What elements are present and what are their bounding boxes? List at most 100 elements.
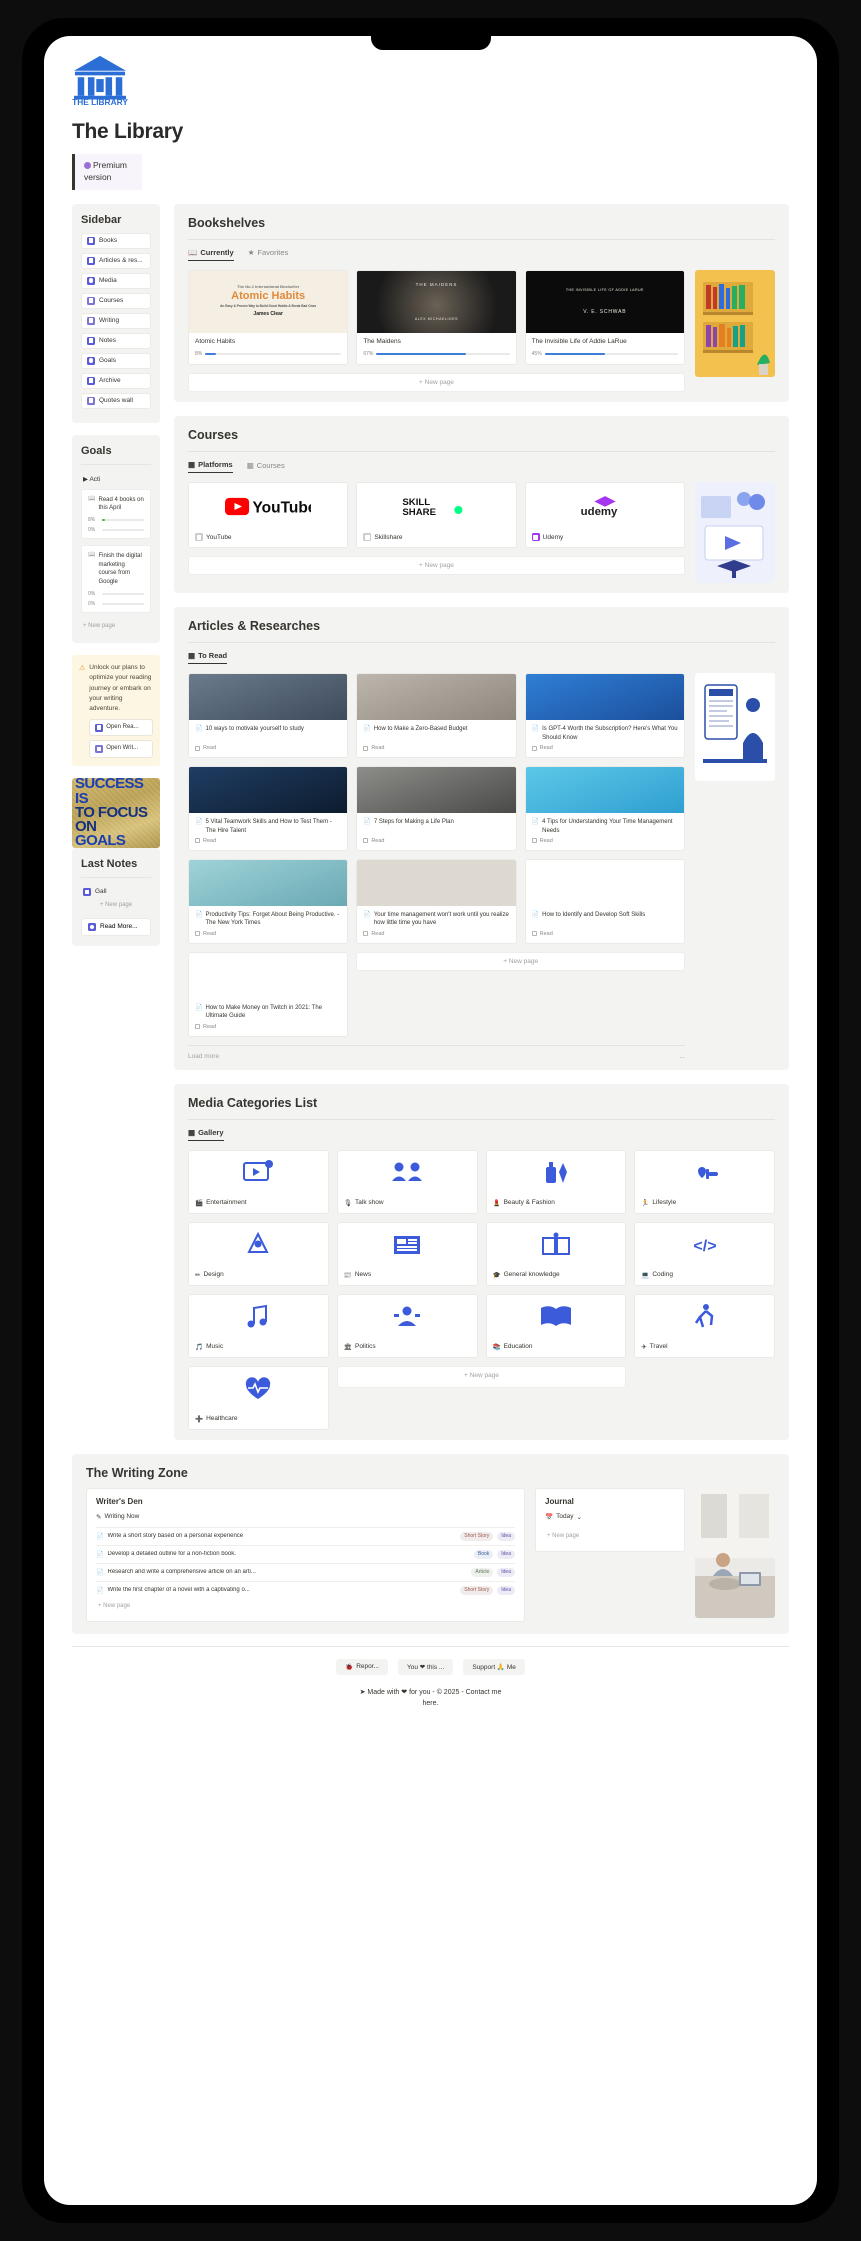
tab-gallery[interactable]: ▦ Gallery	[188, 1128, 224, 1141]
goals-new-page-button[interactable]: + New page	[81, 619, 151, 633]
sidebar-item-articles[interactable]: Articles & res...	[81, 252, 151, 269]
quote-line: SUCCESS IS	[75, 777, 144, 807]
category-icon: 🎓	[492, 1271, 501, 1279]
book-card[interactable]: The No.1 International Bestseller Atomic…	[188, 269, 349, 366]
checkbox-icon[interactable]	[531, 745, 537, 751]
footer-note-line2[interactable]: here.	[423, 1700, 439, 1707]
article-card[interactable]: 📄 7 Steps for Making a Life Plan Read	[356, 766, 517, 851]
last-notes-new-page-button[interactable]: + New page	[81, 898, 151, 912]
platform-card-skillshare[interactable]: SKILL SHARE Skillshare	[356, 482, 517, 549]
tab-courses[interactable]: ▦ Courses	[247, 461, 285, 473]
media-card-education[interactable]: 📚 Education	[485, 1293, 627, 1358]
writing-task-row[interactable]: 📄 Develop a detailed outline for a non-fi…	[96, 1544, 515, 1563]
checkbox-icon[interactable]	[195, 931, 200, 937]
goal-card[interactable]: 📖 Read 4 books on this April 8% 0%	[81, 488, 151, 539]
writers-den-new-page-button[interactable]: + New page	[96, 1599, 515, 1613]
writing-now-tab[interactable]: ✎ Writing Now	[96, 1513, 515, 1521]
open-writing-button[interactable]: Open Writ...	[89, 740, 153, 758]
writing-task-row[interactable]: 📄 Research and write a comprehensive arti…	[96, 1562, 515, 1581]
writing-task-row[interactable]: 📄 Write the first chapter of a novel with…	[96, 1580, 515, 1599]
media-card-beauty-fashion[interactable]: 💄 Beauty & Fashion	[485, 1149, 627, 1214]
keyboard-icon	[95, 745, 104, 754]
article-card[interactable]: 📄 How to Make a Zero-Based Budget Read	[356, 673, 517, 759]
healthcare-icon	[189, 1367, 328, 1411]
svg-text:udemy: udemy	[580, 507, 617, 519]
checkbox-icon[interactable]	[195, 745, 200, 751]
tab-platforms[interactable]: ▦ Platforms	[188, 460, 233, 474]
media-card-politics[interactable]: 🏛 Politics	[336, 1293, 478, 1358]
media-card-design[interactable]: ✏ Design	[188, 1221, 329, 1286]
article-card[interactable]: 📄 4 Tips for Understanding Your Time Mana…	[524, 766, 685, 851]
education-icon	[487, 1295, 626, 1339]
checkbox-icon[interactable]	[195, 1024, 200, 1030]
article-card[interactable]: 📄 10 ways to motivate yourself to study R…	[188, 673, 349, 759]
courses-new-page-button[interactable]: + New page	[188, 556, 685, 576]
grid-icon: ▦	[188, 1127, 196, 1137]
media-card-news[interactable]: 📰 News	[336, 1221, 478, 1286]
media-card-lifestyle[interactable]: 🏃 Lifestyle	[634, 1149, 775, 1214]
media-new-page-button[interactable]: + New page	[336, 1365, 627, 1388]
media-card-general-knowledge[interactable]: 🎓 General knowledge	[485, 1221, 627, 1286]
media-card-coding[interactable]: </> 💻 Coding	[634, 1221, 775, 1286]
journal-new-page-button[interactable]: + New page	[545, 1529, 675, 1543]
love-button[interactable]: You ❤ this ...	[397, 1658, 454, 1675]
bookshelves-new-page-button[interactable]: + New page	[188, 373, 685, 393]
journal-today-tab[interactable]: 📅 Today ⌄	[545, 1513, 675, 1521]
checkbox-icon[interactable]	[363, 838, 369, 844]
checkbox-icon[interactable]	[363, 931, 369, 937]
article-card[interactable]: 📄 How to Make Money on Twitch in 2021: Th…	[188, 951, 349, 1037]
articles-new-page-button[interactable]: + New page	[356, 951, 685, 971]
sidebar-item-goals[interactable]: Goals	[81, 352, 151, 369]
goals-activity-toggle[interactable]: ▶ Acti	[81, 473, 151, 489]
checkbox-icon[interactable]	[363, 745, 369, 751]
checkbox-icon[interactable]	[531, 931, 537, 937]
writing-task-row[interactable]: 📄 Write a short story based on a personal…	[96, 1526, 515, 1545]
goal-progress-row: 8%	[88, 517, 144, 523]
app-screen: THE LIBRARY The Library Premium version …	[44, 36, 817, 2205]
support-button[interactable]: Support 🙏 Me	[463, 1658, 525, 1675]
last-note-item[interactable]: Gall	[81, 886, 151, 898]
article-card[interactable]: 📄 Your time management won't work until y…	[356, 858, 517, 944]
sidebar-item-courses[interactable]: Courses	[81, 292, 151, 309]
sidebar-item-media[interactable]: Media	[81, 272, 151, 289]
article-card[interactable]: 📄 5 Vital Teamwork Skills and How to Test…	[188, 766, 349, 851]
page-header: THE LIBRARY The Library Premium version	[44, 36, 817, 190]
article-image	[189, 859, 348, 906]
articles-footer: Load more ...	[188, 1044, 685, 1060]
checkbox-icon[interactable]	[195, 838, 200, 844]
book-card[interactable]: THE INVISIBLE LIFE OF ADDIE LARUE V. E. …	[524, 269, 685, 366]
platform-card-udemy[interactable]: udemy Udemy	[524, 482, 685, 549]
platform-card-youtube[interactable]: YouTube YouTube	[188, 482, 349, 549]
media-card-entertainment[interactable]: 🎬 Entertainment	[188, 1149, 329, 1214]
load-more-button[interactable]: Load more	[188, 1053, 219, 1060]
open-reading-button[interactable]: Open Rea...	[89, 718, 153, 737]
goal-card[interactable]: 📖 Finish the digital marketing course fro…	[81, 545, 151, 613]
sidebar-item-notes[interactable]: Notes	[81, 332, 151, 349]
tab-label: Courses	[256, 460, 285, 470]
more-options-button[interactable]: ...	[680, 1053, 685, 1060]
sidebar-item-quotes-wall[interactable]: Quotes wall	[81, 392, 151, 409]
premium-badge[interactable]: Premium version	[72, 154, 142, 190]
sidebar-item-archive[interactable]: Archive	[81, 372, 151, 389]
article-card[interactable]: 📄 Productivity Tips: Forget About Being P…	[188, 858, 349, 944]
sidebar-item-label: Notes	[99, 337, 116, 345]
article-card[interactable]: 📄 How to Identify and Develop Soft Skills…	[524, 858, 685, 944]
article-image	[525, 674, 684, 721]
platform-icon	[363, 533, 372, 542]
media-card-healthcare[interactable]: ➕ Healthcare	[188, 1365, 329, 1430]
media-card-travel[interactable]: ✈ Travel	[634, 1293, 775, 1358]
book-card[interactable]: THE MAIDENS ALEX MICHAELIDES The Maidens…	[356, 269, 517, 366]
love-label: You ❤ this ...	[406, 1663, 445, 1671]
checkbox-icon[interactable]	[531, 838, 537, 844]
media-card-music[interactable]: 🎵 Music	[188, 1293, 329, 1358]
book-progress-label: 45%	[531, 351, 542, 358]
tab-to-read[interactable]: ▦ To Read	[188, 651, 228, 665]
read-more-button[interactable]: Read More...	[81, 917, 151, 936]
tab-currently[interactable]: 📖 Currently	[188, 248, 234, 261]
sidebar-item-books[interactable]: Books	[81, 232, 151, 249]
tab-favorites[interactable]: ★ Favorites	[248, 248, 289, 260]
sidebar-item-writing[interactable]: Writing	[81, 312, 151, 329]
report-button[interactable]: 🐞 Repor...	[336, 1658, 388, 1675]
media-card-talk-show[interactable]: 🎙 Talk show	[336, 1149, 478, 1214]
article-card[interactable]: 📄 Is GPT-4 Worth the Subscription? Here's…	[524, 673, 685, 759]
